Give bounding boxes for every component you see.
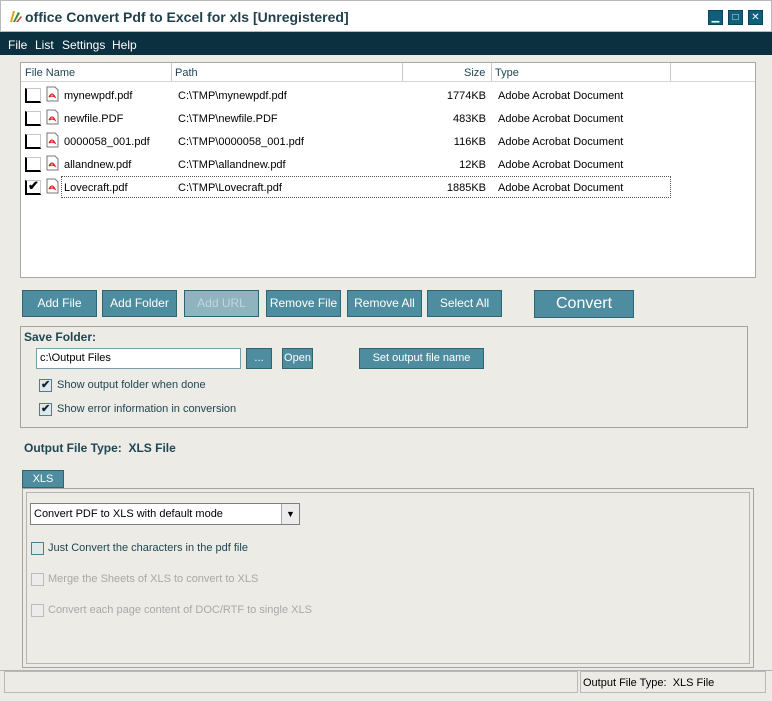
maximize-icon[interactable]: □ [728,10,743,25]
file-type: Adobe Acrobat Document [498,182,624,194]
save-folder-title: Save Folder: [24,330,97,344]
file-type: Adobe Acrobat Document [498,136,624,148]
status-output-type-value: XLS File [672,677,715,689]
remove-file-button[interactable]: Remove File [266,290,341,317]
just-convert-characters-label: Just Convert the characters in the pdf f… [48,542,248,554]
status-pane-output-type: Output File Type: XLS File [580,671,766,693]
file-path: C:\TMP\allandnew.pdf [178,159,286,171]
show-output-folder-checkbox[interactable]: ✔ [39,379,52,392]
file-size: 116KB [453,136,486,148]
header-file-name[interactable]: File Name [25,67,75,79]
convert-button[interactable]: Convert [534,290,634,318]
conversion-mode-select[interactable]: Convert PDF to XLS with default mode ▼ [30,503,300,525]
menu-file[interactable]: File [8,38,27,52]
output-type-label: Output File Type: [24,441,122,455]
merge-sheets-label: Merge the Sheets of XLS to convert to XL… [48,573,259,585]
file-checkbox[interactable] [25,88,41,103]
add-url-button[interactable]: Add URL [184,290,259,317]
add-folder-button[interactable]: Add Folder [102,290,177,317]
file-path: C:\TMP\0000058_001.pdf [178,136,304,148]
file-row[interactable]: allandnew.pdf C:\TMP\allandnew.pdf 12KB … [21,153,755,176]
header-divider[interactable] [171,63,172,81]
file-name: 0000058_001.pdf [64,136,150,148]
file-row[interactable]: mynewpdf.pdf C:\TMP\mynewpdf.pdf 1774KB … [21,84,755,107]
menu-list[interactable]: List [35,38,54,52]
just-convert-characters-checkbox[interactable] [31,542,44,555]
status-pane-main [4,671,578,693]
chevron-down-icon[interactable]: ▼ [281,504,299,524]
header-divider[interactable] [670,63,671,81]
remove-all-button[interactable]: Remove All [347,290,422,317]
each-page-xls-label: Convert each page content of DOC/RTF to … [48,604,312,616]
file-path: C:\TMP\Lovecraft.pdf [178,182,282,194]
pdf-file-icon [46,155,59,171]
status-output-type-label: Output File Type: [583,677,667,689]
status-bar: Output File Type: XLS File [0,670,772,701]
file-type: Adobe Acrobat Document [498,113,624,125]
menu-help[interactable]: Help [112,38,137,52]
each-page-xls-checkbox[interactable] [31,604,44,617]
conversion-mode-value: Convert PDF to XLS with default mode [34,508,223,520]
menu-settings[interactable]: Settings [62,38,105,52]
open-folder-button[interactable]: Open [282,348,313,369]
minimize-icon[interactable]: ▁ [708,10,723,25]
merge-sheets-checkbox[interactable] [31,573,44,586]
show-error-checkbox[interactable]: ✔ [39,403,52,416]
set-output-name-button[interactable]: Set output file name [359,348,484,369]
show-error-label: Show error information in conversion [57,403,237,415]
file-list-header: File Name Path Size Type [21,63,755,82]
select-all-button[interactable]: Select All [427,290,502,317]
browse-button[interactable]: ... [246,348,272,369]
checkmark-icon: ✔ [41,403,51,415]
show-output-folder-label: Show output folder when done [57,379,206,391]
app-logo-icon [10,11,22,22]
save-folder-input[interactable]: c:\Output Files [36,348,241,369]
add-file-button[interactable]: Add File [22,290,97,317]
menu-bar: File List Settings Help [0,32,772,55]
header-path[interactable]: Path [175,67,198,79]
pdf-file-icon [46,86,59,102]
header-divider[interactable] [491,63,492,81]
file-name: allandnew.pdf [64,159,132,171]
file-name: Lovecraft.pdf [64,182,128,194]
file-size: 1774KB [446,90,486,102]
file-checkbox[interactable]: ✔ [25,178,41,195]
close-icon[interactable]: ✕ [748,10,763,25]
file-name: newfile.PDF [64,113,124,125]
file-name: mynewpdf.pdf [64,90,133,102]
checkmark-icon: ✔ [28,178,39,193]
file-type: Adobe Acrobat Document [498,90,624,102]
tab-xls[interactable]: XLS [22,470,64,488]
file-checkbox[interactable] [25,111,41,126]
pdf-file-icon [46,178,59,194]
file-checkbox[interactable] [25,157,41,172]
file-row-selected[interactable]: ✔ Lovecraft.pdf C:\TMP\Lovecraft.pdf 188… [21,176,755,199]
header-size[interactable]: Size [464,67,485,79]
file-row[interactable]: 0000058_001.pdf C:\TMP\0000058_001.pdf 1… [21,130,755,153]
file-list[interactable]: File Name Path Size Type mynewpdf.pdf C:… [20,62,756,278]
pdf-file-icon [46,132,59,148]
file-row[interactable]: newfile.PDF C:\TMP\newfile.PDF 483KB Ado… [21,107,755,130]
file-size: 1885KB [446,182,486,194]
status-output-type: Output File Type: XLS File [583,677,714,689]
file-size: 12KB [459,159,486,171]
file-type: Adobe Acrobat Document [498,159,624,171]
output-file-type: Output File Type: XLS File [24,441,176,455]
window-title: office Convert Pdf to Excel for xls [Unr… [25,9,349,25]
checkmark-icon: ✔ [41,379,51,391]
pdf-file-icon [46,109,59,125]
header-type[interactable]: Type [495,67,519,79]
title-bar: office Convert Pdf to Excel for xls [Unr… [0,0,772,32]
header-divider[interactable] [402,63,403,81]
file-size: 483KB [452,113,486,125]
file-path: C:\TMP\newfile.PDF [178,113,278,125]
file-checkbox[interactable] [25,134,41,149]
output-type-value: XLS File [128,441,176,455]
file-path: C:\TMP\mynewpdf.pdf [178,90,287,102]
